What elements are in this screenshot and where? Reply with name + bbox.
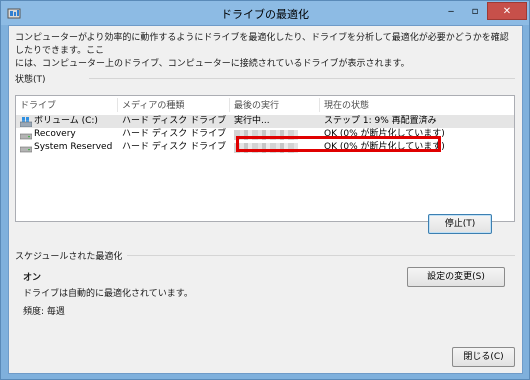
column-header-current-status[interactable]: 現在の状態 (320, 98, 514, 112)
hard-drive-icon (20, 133, 32, 140)
column-header-last-run[interactable]: 最後の実行 (230, 98, 320, 112)
drive-name: Recovery (34, 129, 76, 139)
media-type: ハード ディスク ドライブ (122, 129, 227, 139)
stop-button[interactable]: 停止(T) (428, 214, 492, 234)
drive-list[interactable]: ドライブ メディアの種類 最後の実行 現在の状態 ボリューム (C:) ハード … (15, 95, 515, 222)
column-header-drive[interactable]: ドライブ (16, 98, 118, 112)
schedule-state: オン (23, 273, 42, 283)
drive-name: System Reserved (34, 142, 113, 152)
annotation-highlight-box (236, 136, 441, 152)
status-group-label: 状態(T) (15, 75, 46, 85)
last-run: 実行中... (234, 116, 270, 126)
schedule-frequency: 頻度: 毎週 (23, 307, 65, 317)
description-text: コンピューターがより効率的に動作するようにドライブを最適化したり、ドライブを分析… (15, 32, 515, 71)
drive-list-header: ドライブ メディアの種類 最後の実行 現在の状態 (16, 96, 514, 112)
close-window-button[interactable]: ✕ (487, 2, 527, 20)
schedule-auto-text: ドライブは自動的に最適化されています。 (23, 289, 193, 299)
change-settings-button[interactable]: 設定の変更(S) (407, 267, 505, 287)
status-group-divider (89, 78, 515, 79)
optimize-drives-window: ドライブの最適化 ‒ ▫ ✕ コンピューターがより効率的に動作するようにドライブ… (0, 0, 530, 380)
schedule-group-divider (127, 255, 515, 256)
current-status: ステップ 1: 9% 再配置済み (324, 116, 437, 126)
dialog-client-area: コンピューターがより効率的に動作するようにドライブを最適化したり、ドライブを分析… (8, 25, 523, 374)
description-line-2: には、コンピューター上のドライブ、コンピューターに接続されているドライブが表示さ… (15, 59, 410, 69)
description-line-1: コンピューターがより効率的に動作するようにドライブを最適化したり、ドライブを分析… (15, 33, 509, 56)
media-type: ハード ディスク ドライブ (122, 116, 227, 126)
system-drive-icon (20, 117, 32, 127)
maximize-button[interactable]: ▫ (463, 2, 487, 20)
minimize-button[interactable]: ‒ (439, 2, 463, 20)
title-bar[interactable]: ドライブの最適化 ‒ ▫ ✕ (1, 1, 529, 25)
table-row[interactable]: ボリューム (C:) ハード ディスク ドライブ 実行中... ステップ 1: … (16, 115, 514, 128)
drive-name: ボリューム (C:) (34, 116, 98, 126)
hard-drive-icon (20, 146, 32, 153)
close-button[interactable]: 閉じる(C) (452, 347, 515, 367)
schedule-group-label: スケジュールされた最適化 (15, 252, 123, 262)
column-header-media-type[interactable]: メディアの種類 (118, 98, 230, 112)
media-type: ハード ディスク ドライブ (122, 142, 227, 152)
